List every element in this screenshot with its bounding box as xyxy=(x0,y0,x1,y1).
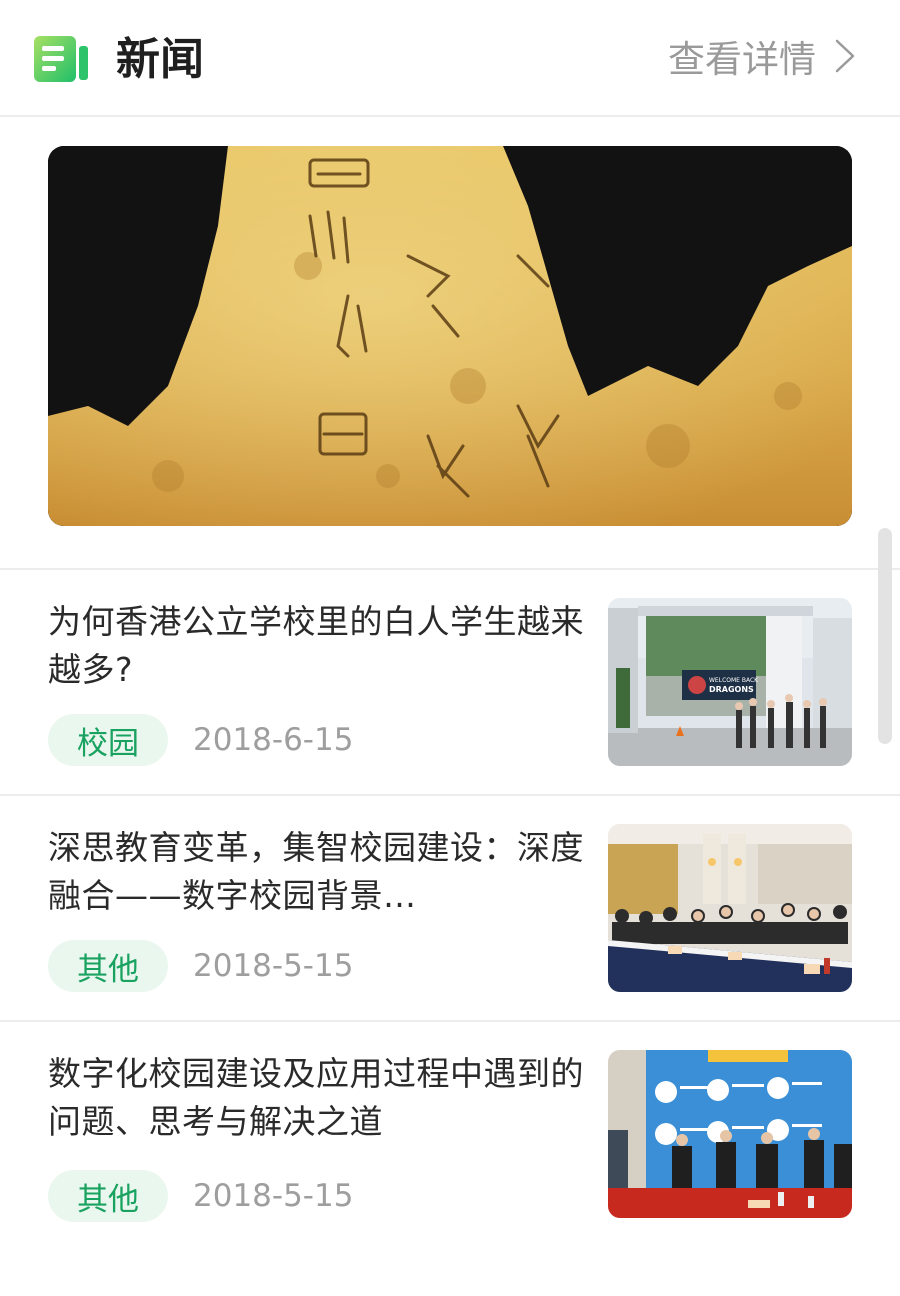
news-list-item[interactable]: 为何香港公立学校里的白人学生越来越多? 校园 2018-6-15 WELCOME… xyxy=(0,598,900,822)
view-details-label: 查看详情 xyxy=(668,38,816,81)
featured-news-banner[interactable] xyxy=(48,146,852,526)
news-date: 2018-5-15 xyxy=(193,1178,354,1214)
news-section-header: 新闻 查看详情 xyxy=(0,0,900,117)
news-title: 数字化校园建设及应用过程中遇到的问题、思考与解决之道 xyxy=(48,1054,584,1141)
news-thumbnail: WELCOME BACK DRAGONS xyxy=(608,598,852,766)
news-title: 深思教育变革，集智校园建设：深度融合——数字校园背景… xyxy=(48,828,584,915)
news-book-icon xyxy=(34,36,88,82)
news-list-item[interactable]: 数字化校园建设及应用过程中遇到的问题、思考与解决之道 其他 2018-5-15 xyxy=(0,1050,900,1274)
vertical-scrollbar[interactable] xyxy=(878,528,892,744)
news-date: 2018-5-15 xyxy=(193,948,354,984)
chevron-right-icon xyxy=(835,39,855,73)
category-tag: 校园 xyxy=(48,714,168,766)
news-thumbnail xyxy=(608,1050,852,1218)
news-list-item[interactable]: 深思教育变革，集智校园建设：深度融合——数字校园背景… 其他 2018-5-15 xyxy=(0,824,900,1048)
section-title: 新闻 xyxy=(116,34,204,85)
news-title: 为何香港公立学校里的白人学生越来越多? xyxy=(48,602,584,689)
category-tag: 其他 xyxy=(48,1170,168,1222)
thumb-sign-line1: WELCOME BACK xyxy=(709,677,759,684)
divider xyxy=(0,1020,900,1022)
divider xyxy=(0,568,900,570)
divider xyxy=(0,794,900,796)
view-details-link[interactable]: 查看详情 xyxy=(668,26,856,86)
oracle-bone-image xyxy=(48,146,852,526)
category-tag: 其他 xyxy=(48,940,168,992)
thumb-sign-line2: DRAGONS xyxy=(709,685,754,694)
news-date: 2018-6-15 xyxy=(193,722,354,758)
news-thumbnail xyxy=(608,824,852,992)
